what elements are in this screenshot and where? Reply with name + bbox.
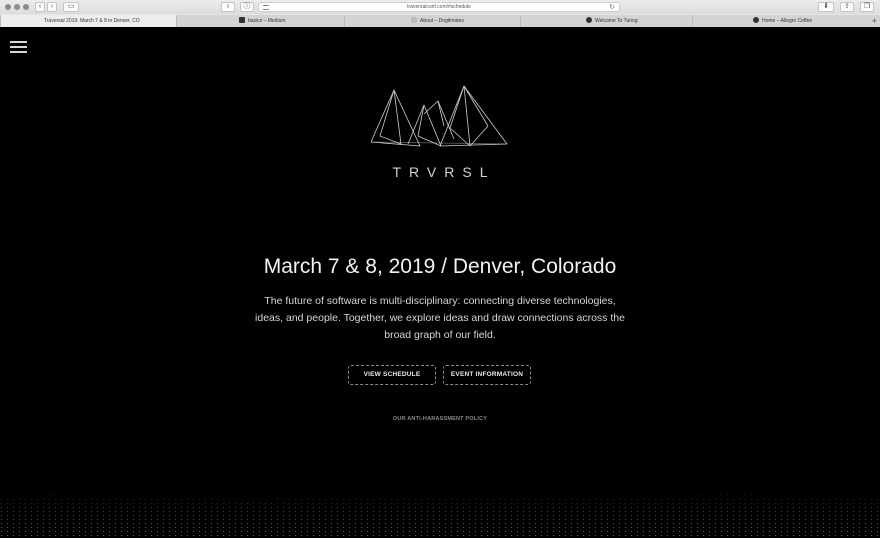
- allegro-icon: [753, 17, 759, 23]
- tab-label: Home – Allegro Coffee: [762, 18, 813, 24]
- event-description: The future of software is multi-discipli…: [255, 295, 625, 341]
- tab-turing[interactable]: Welcome To Turing: [520, 15, 692, 27]
- tab-medium[interactable]: basics – Medium: [176, 15, 344, 27]
- tab-label: About – Dogtimates: [420, 18, 464, 24]
- downloads-button[interactable]: ⬇: [818, 2, 834, 12]
- tab-allegro[interactable]: Home – Allegro Coffee: [692, 15, 868, 27]
- info-button[interactable]: ⓘ: [240, 2, 254, 12]
- extension-icon: ı: [227, 3, 229, 10]
- mountain-peaks-logo: [370, 85, 508, 147]
- forward-button[interactable]: ›: [47, 2, 57, 12]
- reload-icon[interactable]: ↻: [609, 3, 615, 12]
- event-information-button[interactable]: EVENT INFORMATION: [443, 365, 531, 385]
- url-text: traversalconf.com/#schedule: [407, 4, 471, 10]
- info-icon: ⓘ: [243, 3, 251, 10]
- share-icon: ⇪: [844, 3, 850, 10]
- tab-label: Welcome To Turing: [595, 18, 638, 24]
- extension-button[interactable]: ı: [221, 2, 235, 12]
- sidebar-icon: ▭: [67, 3, 75, 10]
- tab-label: Traversal 2019: March 7 & 8 in Denver, C…: [44, 18, 140, 24]
- tab-dogtimates[interactable]: About – Dogtimates: [344, 15, 520, 27]
- back-button[interactable]: ‹: [35, 2, 45, 12]
- tab-label: basics – Medium: [248, 18, 286, 24]
- download-icon: ⬇: [823, 3, 829, 10]
- close-window-icon[interactable]: [5, 4, 11, 10]
- chevron-right-icon: ›: [50, 3, 54, 10]
- turing-icon: [586, 17, 592, 23]
- tabs-icon: ❐: [863, 3, 871, 10]
- view-schedule-button[interactable]: VIEW SCHEDULE: [348, 365, 436, 385]
- anti-harassment-policy-link[interactable]: OUR ANTI-HARASSMENT POLICY: [340, 416, 540, 422]
- sidebar-button[interactable]: ▭: [63, 2, 79, 12]
- new-tab-icon[interactable]: +: [872, 15, 877, 27]
- tab-overview-button[interactable]: ❐: [860, 2, 874, 12]
- browser-toolbar: ‹ › ▭ ı ⓘ traversalconf.com/#schedule ↻ …: [0, 0, 880, 14]
- minimize-window-icon[interactable]: [14, 4, 20, 10]
- address-bar[interactable]: traversalconf.com/#schedule ↻: [258, 2, 620, 12]
- tab-traversal[interactable]: Traversal 2019: March 7 & 8 in Denver, C…: [0, 15, 176, 27]
- page-viewport: TRVRSL March 7 & 8, 2019 / Denver, Color…: [0, 27, 880, 538]
- tab-strip: Traversal 2019: March 7 & 8 in Denver, C…: [0, 15, 880, 27]
- site-wordmark: TRVRSL: [392, 164, 496, 180]
- dot-grid-decoration: [0, 490, 880, 538]
- chevron-left-icon: ‹: [38, 3, 42, 10]
- share-button[interactable]: ⇪: [840, 2, 854, 12]
- hamburger-menu-icon[interactable]: [10, 41, 27, 53]
- medium-icon: [239, 17, 245, 23]
- image-icon: [411, 17, 417, 23]
- zoom-window-icon[interactable]: [23, 4, 29, 10]
- browser-chrome: ‹ › ▭ ı ⓘ traversalconf.com/#schedule ↻ …: [0, 0, 880, 27]
- event-headline: March 7 & 8, 2019 / Denver, Colorado: [263, 255, 617, 278]
